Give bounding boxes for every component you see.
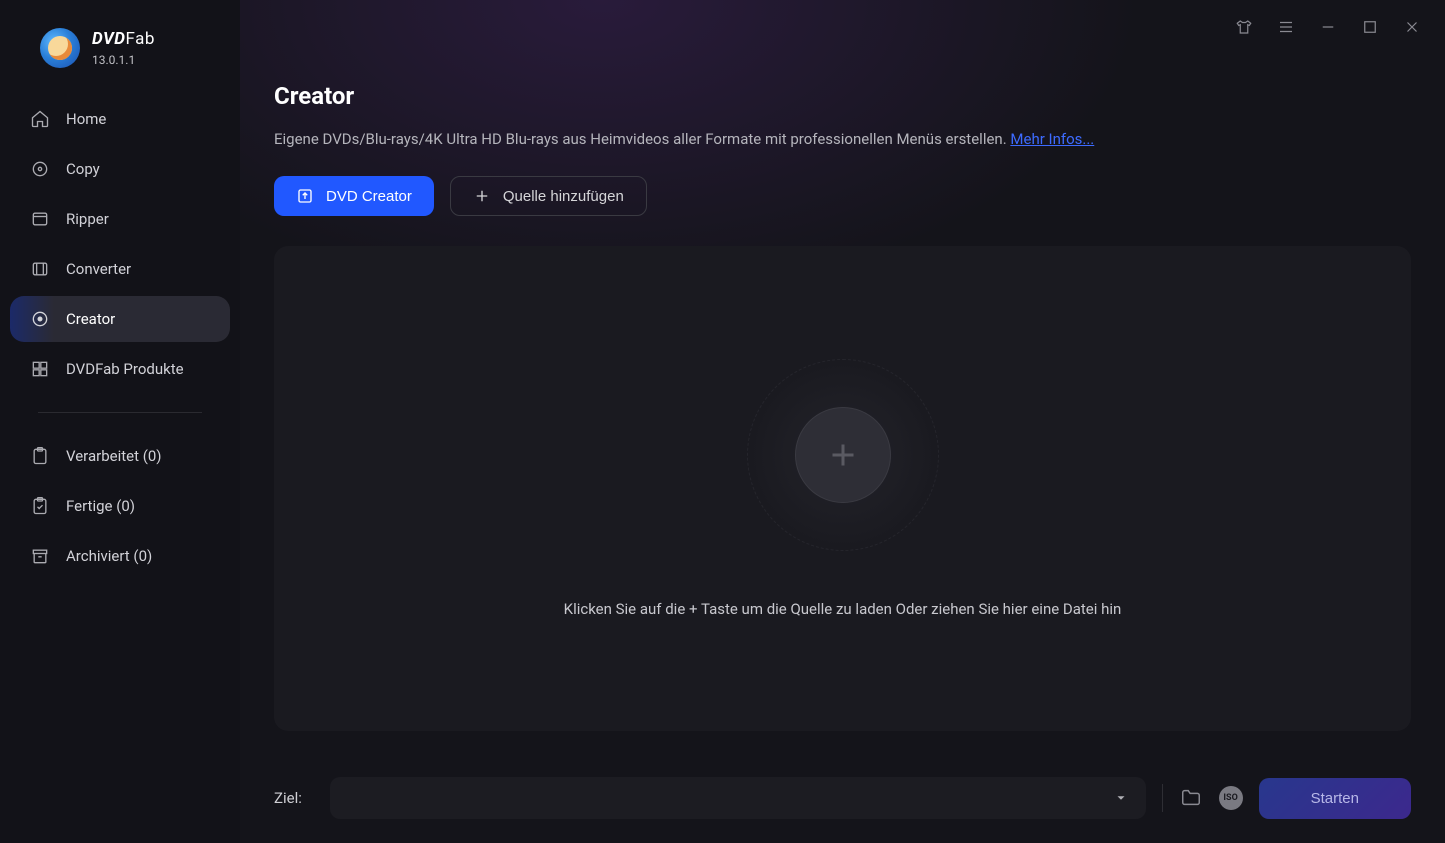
- plus-icon: [473, 187, 491, 205]
- dvd-creator-button[interactable]: DVD Creator: [274, 176, 434, 216]
- app-version: 13.0.1.1: [92, 53, 155, 67]
- add-file-button[interactable]: [795, 407, 891, 503]
- sidebar-item-copy[interactable]: Copy: [10, 146, 230, 192]
- iso-button[interactable]: ISO: [1219, 786, 1243, 810]
- chevron-down-icon: [1114, 791, 1128, 805]
- destination-select[interactable]: [330, 777, 1146, 819]
- logo-block: DVDFab 13.0.1.1: [0, 28, 240, 96]
- app-logo-icon: [40, 28, 80, 68]
- sidebar-item-label: DVDFab Produkte: [66, 360, 184, 378]
- sidebar-item-label: Ripper: [66, 210, 109, 228]
- close-icon[interactable]: [1403, 18, 1421, 36]
- products-icon: [30, 359, 50, 379]
- sidebar-item-label: Fertige (0): [66, 497, 135, 515]
- sidebar-item-label: Copy: [66, 160, 100, 178]
- add-source-button[interactable]: Quelle hinzufügen: [450, 176, 647, 216]
- sidebar-item-label: Creator: [66, 310, 115, 328]
- shirt-icon[interactable]: [1235, 18, 1253, 36]
- footer-divider: [1162, 784, 1163, 812]
- archive-icon: [30, 546, 50, 566]
- creator-icon: [30, 309, 50, 329]
- clipboard-icon: [30, 446, 50, 466]
- dropzone-text: Klicken Sie auf die + Taste um die Quell…: [564, 600, 1122, 618]
- main-nav: Home Copy Ripper Converter Creator: [0, 96, 240, 579]
- page-title: Creator: [274, 82, 1411, 110]
- sidebar-item-finished[interactable]: Fertige (0): [10, 483, 230, 529]
- more-info-link[interactable]: Mehr Infos...: [1010, 130, 1094, 148]
- export-icon: [296, 187, 314, 205]
- sidebar-item-label: Converter: [66, 260, 131, 278]
- sidebar: DVDFab 13.0.1.1 Home Copy Ripper: [0, 0, 240, 843]
- minimize-icon[interactable]: [1319, 18, 1337, 36]
- menu-icon[interactable]: [1277, 18, 1295, 36]
- sidebar-item-archived[interactable]: Archiviert (0): [10, 533, 230, 579]
- plus-icon: [825, 437, 861, 473]
- sidebar-item-creator[interactable]: Creator: [10, 296, 230, 342]
- page-description: Eigene DVDs/Blu-rays/4K Ultra HD Blu-ray…: [274, 130, 1411, 148]
- folder-button[interactable]: [1179, 786, 1203, 810]
- converter-icon: [30, 259, 50, 279]
- dropzone[interactable]: Klicken Sie auf die + Taste um die Quell…: [274, 246, 1411, 731]
- sidebar-item-label: Home: [66, 110, 106, 128]
- sidebar-item-ripper[interactable]: Ripper: [10, 196, 230, 242]
- clipboard-check-icon: [30, 496, 50, 516]
- ripper-icon: [30, 209, 50, 229]
- nav-divider: [38, 412, 202, 413]
- copy-icon: [30, 159, 50, 179]
- folder-icon: [1180, 787, 1202, 809]
- brand-name: DVDFab: [92, 29, 155, 49]
- sidebar-item-home[interactable]: Home: [10, 96, 230, 142]
- start-button[interactable]: Starten: [1259, 778, 1411, 819]
- window-titlebar: [1211, 0, 1445, 54]
- sidebar-item-converter[interactable]: Converter: [10, 246, 230, 292]
- sidebar-item-label: Verarbeitet (0): [66, 447, 162, 465]
- main-content: Creator Eigene DVDs/Blu-rays/4K Ultra HD…: [240, 0, 1445, 843]
- home-icon: [30, 109, 50, 129]
- toolbar: DVD Creator Quelle hinzufügen: [274, 176, 1411, 216]
- sidebar-item-processed[interactable]: Verarbeitet (0): [10, 433, 230, 479]
- sidebar-item-label: Archiviert (0): [66, 547, 152, 565]
- drop-circle-ring: [748, 360, 938, 550]
- maximize-icon[interactable]: [1361, 18, 1379, 36]
- footer-bar: Ziel: ISO Starten: [240, 761, 1445, 843]
- sidebar-item-products[interactable]: DVDFab Produkte: [10, 346, 230, 392]
- destination-label: Ziel:: [274, 789, 314, 807]
